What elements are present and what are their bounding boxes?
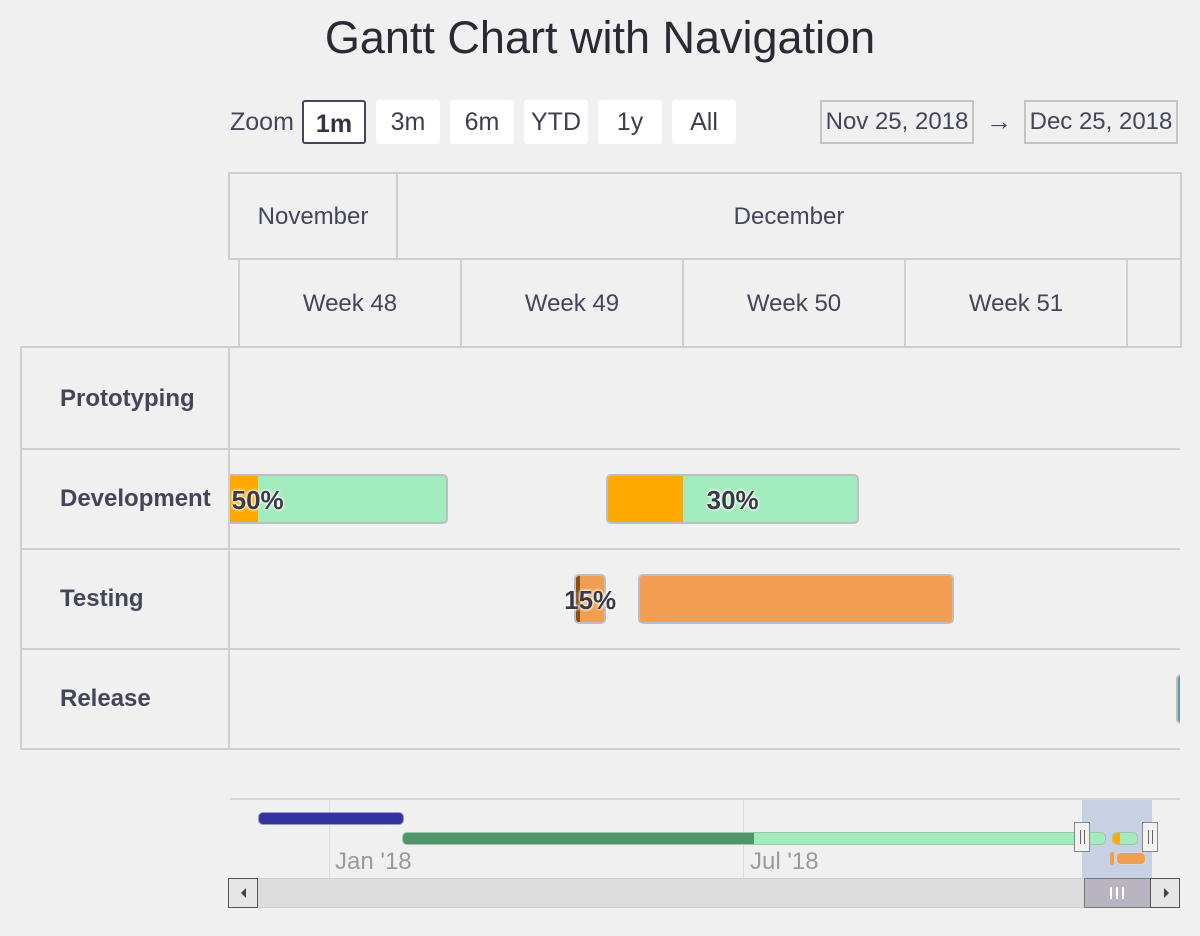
navigator-series <box>258 812 404 825</box>
chart-title: Gantt Chart with Navigation <box>324 12 876 63</box>
chevron-right-icon <box>1164 888 1169 898</box>
navigator-right-handle[interactable] <box>1142 822 1158 852</box>
chevron-left-icon <box>241 888 246 898</box>
plot-area: 50% 30% 15% <box>230 348 1180 748</box>
week-header: Week 50 <box>746 290 842 317</box>
zoom-1y-button[interactable]: 1y <box>598 100 662 144</box>
task-label: 50% <box>231 485 284 515</box>
week-header: Week 48 <box>302 290 398 317</box>
week-header: Week 51 <box>968 290 1064 317</box>
range-to-input[interactable] <box>1024 100 1178 144</box>
scroll-right-button[interactable] <box>1150 878 1180 908</box>
scrollbar-track[interactable] <box>228 878 1180 908</box>
month-header: November <box>257 203 369 230</box>
zoom-3m-button[interactable]: 3m <box>376 100 440 144</box>
navigator-series <box>402 832 1106 845</box>
zoom-all-button[interactable]: All <box>672 100 736 144</box>
task-label: 30% <box>706 485 759 515</box>
category-label: Development <box>60 485 211 512</box>
week-header: Week 49 <box>524 290 620 317</box>
zoom-label: Zoom <box>230 108 294 136</box>
navigator-series <box>1112 832 1138 845</box>
category-label: Release <box>60 685 151 712</box>
task-bar[interactable] <box>1176 674 1180 724</box>
navigator-label: Jan '18 <box>335 848 412 875</box>
range-arrow: → <box>986 106 1012 136</box>
month-header: December <box>733 203 845 230</box>
navigator-left-handle[interactable] <box>1074 822 1090 852</box>
task-bar[interactable] <box>637 574 955 624</box>
zoom-6m-button[interactable]: 6m <box>450 100 514 144</box>
zoom-1m-button[interactable]: 1m <box>302 100 366 144</box>
navigator-series <box>1116 852 1146 865</box>
scroll-left-button[interactable] <box>228 878 258 908</box>
category-label: Prototyping <box>60 385 195 412</box>
zoom-ytd-button[interactable]: YTD <box>524 100 588 144</box>
navigator-label: Jul '18 <box>750 848 819 875</box>
category-label: Testing <box>60 585 144 612</box>
task-label: 15% <box>564 585 617 615</box>
navigator-series <box>1110 852 1114 865</box>
scrollbar-thumb[interactable] <box>1084 878 1152 908</box>
range-from-input[interactable] <box>820 100 974 144</box>
task-progress <box>608 476 683 522</box>
